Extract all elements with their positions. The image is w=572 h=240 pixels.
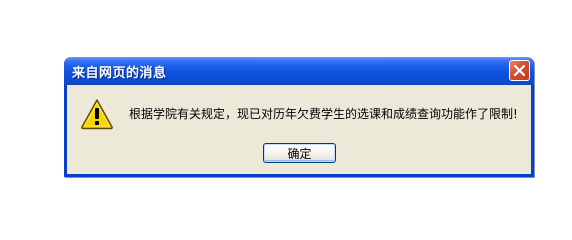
page-background: 来自网页的消息 根据学院有关规定，现已对历年欠费学生的选课和成绩查询功能作了限制… bbox=[0, 0, 572, 220]
warning-icon bbox=[81, 99, 113, 130]
close-icon bbox=[514, 65, 525, 76]
message-dialog: 来自网页的消息 根据学院有关规定，现已对历年欠费学生的选课和成绩查询功能作了限制… bbox=[64, 57, 534, 177]
dialog-titlebar[interactable]: 来自网页的消息 bbox=[64, 57, 534, 85]
ok-button[interactable]: 确定 bbox=[263, 143, 336, 163]
close-button[interactable] bbox=[509, 60, 530, 81]
dialog-message: 根据学院有关规定，现已对历年欠费学生的选课和成绩查询功能作了限制! bbox=[129, 107, 518, 121]
dialog-title: 来自网页的消息 bbox=[72, 65, 167, 81]
dialog-content: 根据学院有关规定，现已对历年欠费学生的选课和成绩查询功能作了限制! 确定 bbox=[67, 85, 531, 174]
